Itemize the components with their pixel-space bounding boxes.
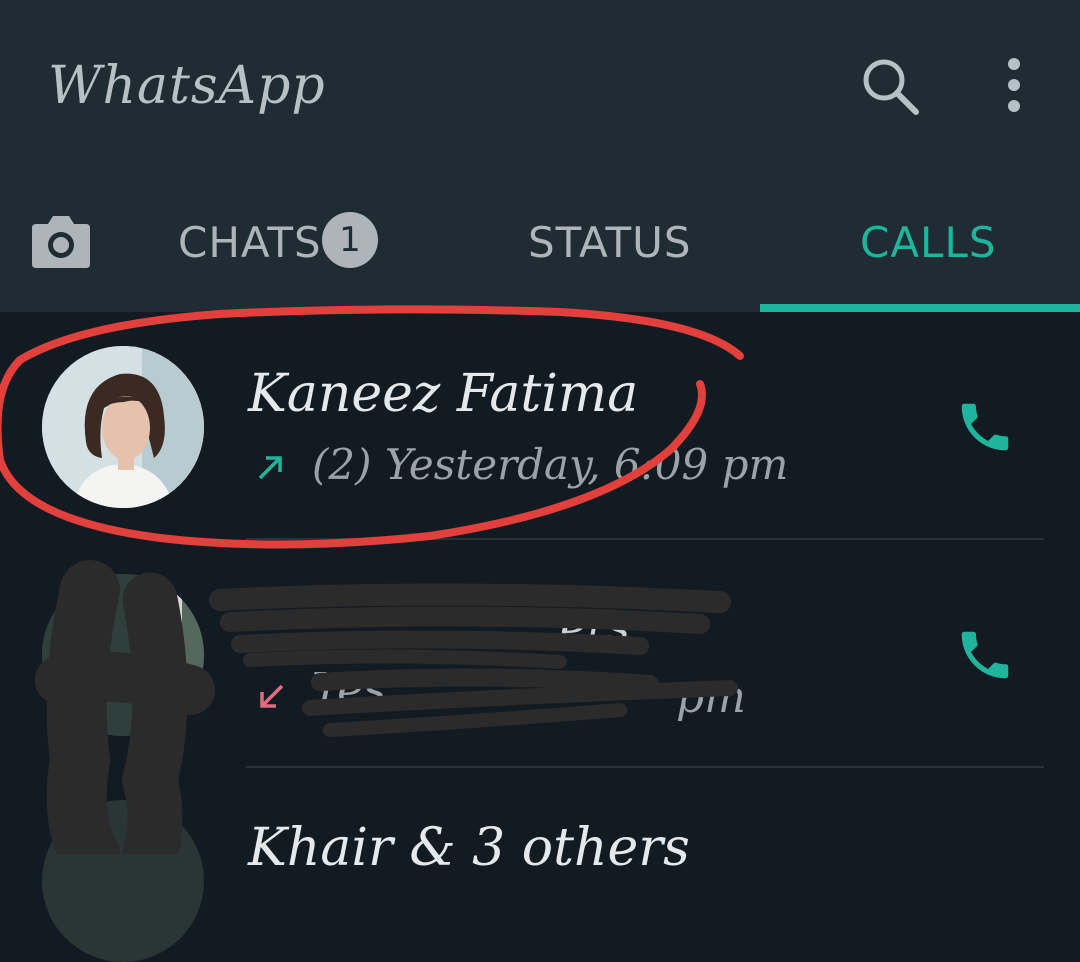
camera-icon[interactable] [30,210,92,270]
app-title: WhatsApp [48,56,326,116]
avatar[interactable] [42,800,204,962]
avatar-portrait-image [42,346,204,508]
tab-chats[interactable]: CHATS [178,218,322,267]
tab-status[interactable]: STATUS [528,218,692,267]
outgoing-call-arrow-icon [258,456,282,480]
avatar[interactable] [42,574,204,736]
chats-unread-badge: 1 [322,212,378,268]
call-icon[interactable] [954,396,1016,458]
search-icon[interactable] [858,54,922,118]
contact-name: Khair & 3 others [248,818,690,878]
call-meta-partial-end: pm [676,672,746,723]
contact-name-partial: ers [560,602,630,653]
call-meta: (2) Yesterday, 6:09 pm [312,440,789,489]
active-tab-indicator [760,304,1080,312]
tab-calls[interactable]: CALLS [860,218,997,267]
incoming-call-arrow-icon [260,684,284,708]
avatar-photo-image [42,574,204,736]
avatar[interactable] [42,346,204,508]
contact-name: Kaneez Fatima [248,364,639,424]
menu-icon[interactable] [1000,56,1028,114]
divider [246,766,1044,768]
divider [246,538,1044,540]
app-bar: WhatsApp CHATS 1 STATUS CALLS [0,0,1080,312]
call-meta-partial: Yes [312,664,386,715]
call-icon[interactable] [954,624,1016,686]
